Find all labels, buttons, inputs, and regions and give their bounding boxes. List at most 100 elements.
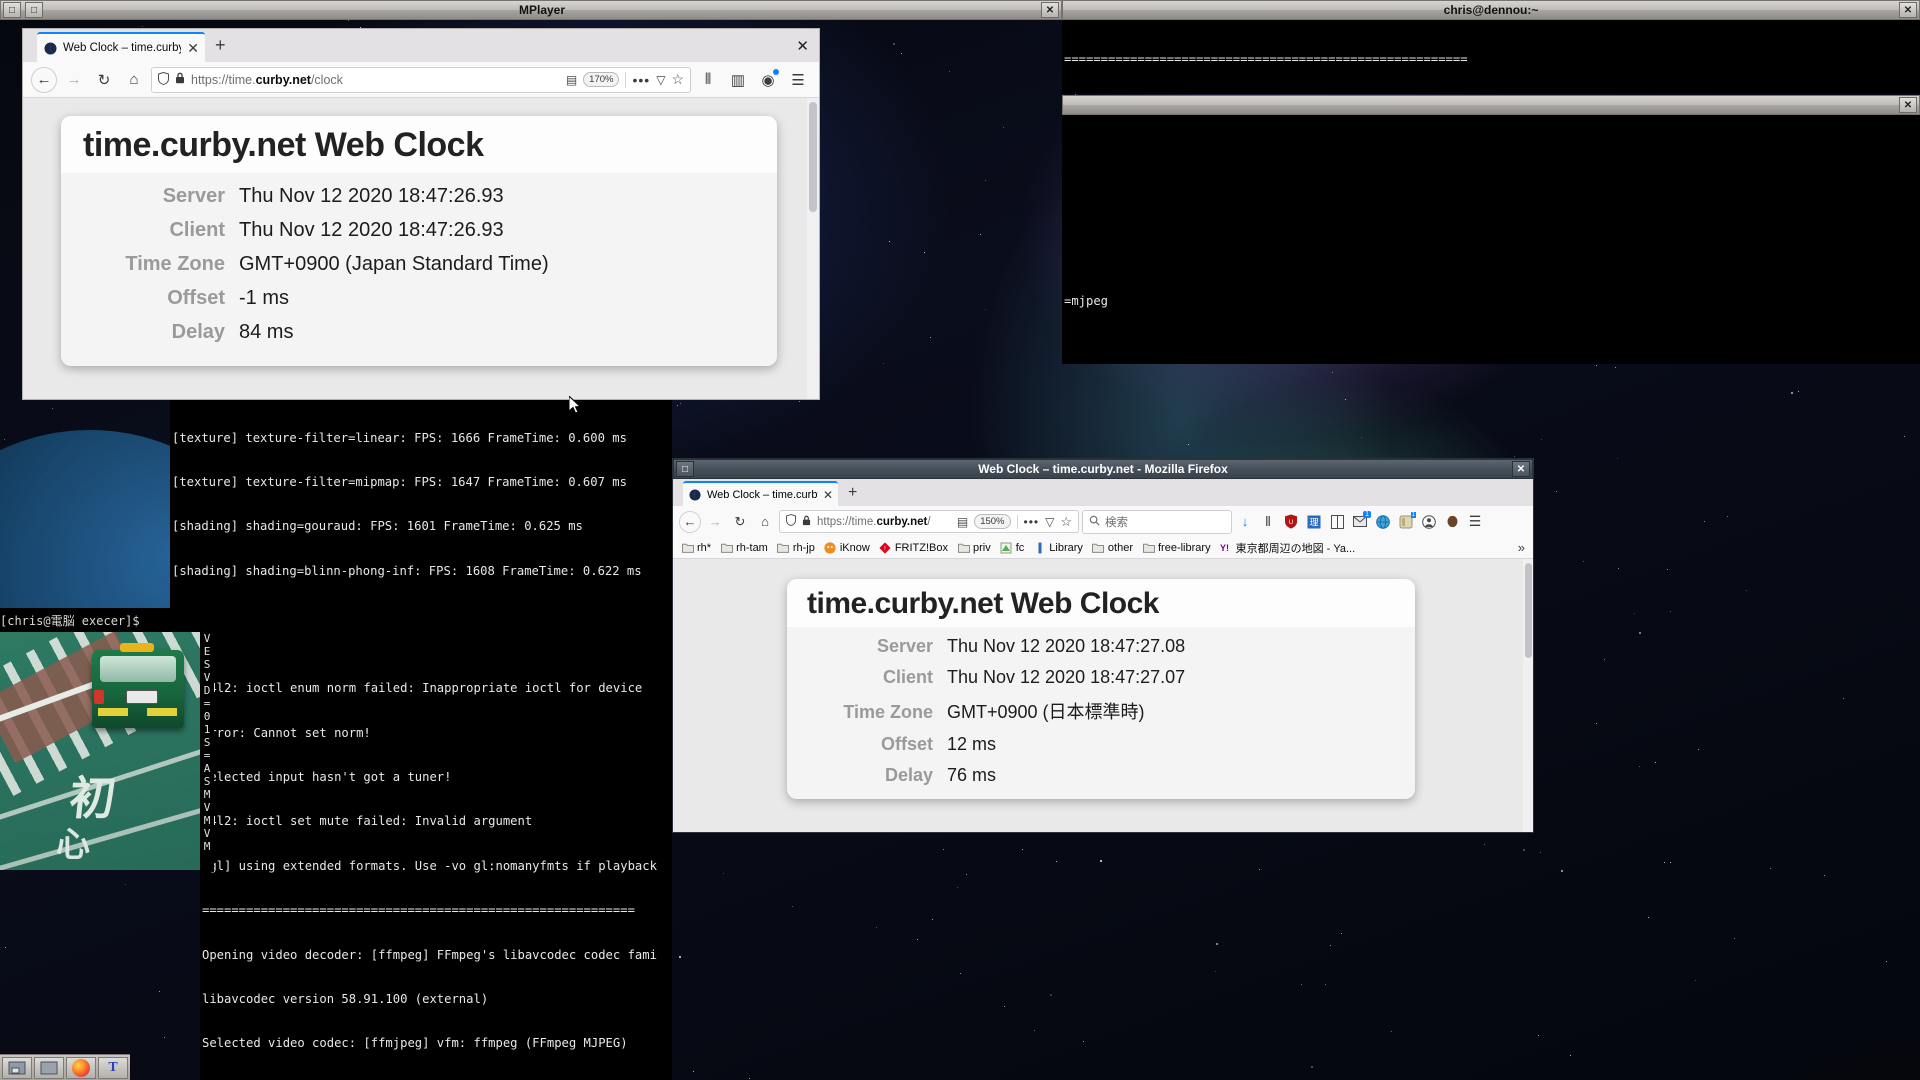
page-actions-icon[interactable]: ••• [1024,515,1040,529]
account-button[interactable]: ◉ [755,67,781,93]
url-suffix: /clock [310,72,343,87]
dennou-close-button[interactable]: ✕ [1899,2,1917,18]
firefox1-navbar[interactable]: ← → ↻ ⌂ https://time.curby.net/clock ▤ 1… [23,62,819,98]
bookmark-item-4[interactable]: ! FRITZ!Box [879,541,948,554]
firefox2-navbar[interactable]: ← → ↻ ⌂ https://time.curby.net/ ▤ 150% •… [673,506,1533,537]
app-menu-button[interactable]: ☰ [1465,512,1485,532]
bookmarks-overflow-icon[interactable]: » [1518,540,1525,555]
bookmark-star-icon[interactable]: ☆ [671,71,684,88]
mplayer-maximize-button[interactable]: □ [25,2,43,18]
firefox1-vertical-scrollbar[interactable] [807,98,819,399]
scrollbar-thumb[interactable] [809,102,817,212]
firefox2-search-bar[interactable]: 検索 [1082,509,1232,534]
firefox1-tab[interactable]: Web Clock – time.curby. ✕ [37,32,205,62]
page-actions-icon[interactable]: ••• [632,72,650,88]
pocket-icon[interactable]: ▽ [1045,515,1054,529]
pocket-icon[interactable]: ▽ [656,73,665,87]
firefox1-tabstrip[interactable]: Web Clock – time.curby. ✕ + ✕ [23,29,819,62]
taskbar-text-tool[interactable]: T [98,1056,128,1079]
dennou-terminal-output[interactable]: ========================================… [1062,20,1920,94]
second-terminal-close-button[interactable]: ✕ [1899,97,1917,113]
second-terminal-window[interactable]: ✕ =mjpeg [1062,95,1920,365]
taskbar-workspace-1[interactable] [2,1056,32,1079]
firefox2-bookmarks-bar[interactable]: rh* rh-tam rh-jp iKnow ! FRITZ!Box priv fc Libra… [673,537,1533,559]
sidebar-button[interactable]: ▥ [725,67,751,93]
mplayer-window[interactable]: □ □ MPlayer ✕ [0,0,1062,21]
close-icon[interactable]: ✕ [187,40,199,57]
taskbar-workspace-2[interactable] [34,1056,64,1079]
library-button[interactable]: ⦀ [1258,512,1278,532]
bookmark-star-icon[interactable]: ☆ [1060,514,1072,530]
lock-icon[interactable] [802,515,811,529]
account-button[interactable] [1419,512,1439,532]
mplayer-close-button[interactable]: ✕ [1041,2,1059,18]
dennou-titlebar[interactable]: chris@dennou:~ ✕ [1062,0,1920,20]
bookmark-item-7[interactable]: Library [1033,541,1083,554]
scrollbar-thumb[interactable] [1525,563,1532,658]
mplayer-terminal-window[interactable]: v4l2: ioctl enum norm failed: Inappropri… [200,610,672,1080]
back-button[interactable]: ← [31,66,57,93]
glmark2-terminal-output[interactable]: [texture] texture-filter=linear: FPS: 16… [170,400,672,610]
second-terminal-output[interactable]: =mjpeg [1062,115,1920,364]
bookmark-item-10[interactable]: Y! 東京都周辺の地図 - Ya... [1220,540,1356,556]
reader-mode-icon[interactable]: ▤ [566,73,577,87]
home-button[interactable]: ⌂ [121,67,147,93]
taskbar-firefox-launcher[interactable] [66,1056,96,1079]
firefox2-titlebar[interactable]: □ Web Clock – time.curby.net - Mozilla F… [673,459,1533,479]
reader-extension-icon[interactable] [1327,512,1347,532]
lock-icon[interactable] [175,72,185,87]
home-button[interactable]: ⌂ [754,511,776,533]
zoom-level-badge[interactable]: 150% [974,514,1011,529]
mplayer-minimize-button[interactable]: □ [3,2,21,18]
bookmark-extension-icon[interactable]: 1 [1396,511,1416,532]
forward-button[interactable]: → [704,511,726,533]
firefox1-url-bar[interactable]: https://time.curby.net/clock ▤ 170% ••• … [151,66,691,93]
firefox-window-1[interactable]: Web Clock – time.curby. ✕ + ✕ ← → ↻ ⌂ ht… [22,28,820,400]
firefox2-vertical-scrollbar[interactable] [1523,559,1533,832]
zoom-level-badge[interactable]: 170% [583,72,620,87]
globe-extension-icon[interactable] [1373,512,1393,532]
bookmark-item-3[interactable]: iKnow [824,541,870,554]
rikaichan-icon[interactable]: 理 [1304,512,1324,532]
app-menu-button[interactable]: ☰ [785,67,811,93]
bookmark-item-6[interactable]: fc [1000,541,1024,554]
desktop-taskbar[interactable]: T [0,1054,130,1080]
firefox1-window-close-button[interactable]: ✕ [796,37,809,55]
mplayer-video-output[interactable]: 初 心 [0,632,200,870]
bookmark-item-5[interactable]: priv [957,541,991,554]
reader-mode-icon[interactable]: ▤ [957,515,968,529]
bookmark-item-0[interactable]: rh* [681,541,711,554]
second-terminal-titlebar[interactable]: ✕ [1062,95,1920,115]
dennou-terminal-window[interactable]: chris@dennou:~ ✕ =======================… [1062,0,1920,95]
new-tab-button[interactable]: + [848,484,857,502]
shield-icon[interactable] [786,514,796,529]
reload-button[interactable]: ↻ [91,67,117,93]
close-icon[interactable]: ✕ [823,488,833,502]
mail-extension-icon[interactable]: 1 [1350,510,1371,532]
ublock-origin-icon[interactable]: U [1281,512,1301,532]
new-tab-button[interactable]: + [215,35,226,56]
shield-icon[interactable] [158,71,169,88]
svg-text:理: 理 [1309,517,1318,527]
library-button[interactable]: ⦀ [695,67,721,93]
search-input-placeholder[interactable]: 検索 [1105,514,1128,530]
coffee-extension-icon[interactable] [1442,512,1462,532]
back-button[interactable]: ← [679,510,701,533]
firefox2-minimize-button[interactable]: □ [676,461,694,477]
mplayer-terminal-output[interactable]: v4l2: ioctl enum norm failed: Inappropri… [200,610,672,1080]
firefox2-tabstrip[interactable]: Web Clock – time.curby.ne ✕ + [673,479,1533,506]
bookmark-item-1[interactable]: rh-tam [720,541,768,554]
mplayer-titlebar[interactable]: □ □ MPlayer ✕ [0,0,1062,20]
firefox2-close-button[interactable]: ✕ [1512,461,1530,477]
firefox2-url-bar[interactable]: https://time.curby.net/ ▤ 150% ••• ▽ ☆ [779,510,1079,533]
reload-button[interactable]: ↻ [729,511,751,533]
downloads-button[interactable]: ↓ [1235,512,1255,532]
firefox2-tab[interactable]: Web Clock – time.curby.ne ✕ [683,481,838,506]
bookmark-item-8[interactable]: other [1092,541,1133,554]
glmark2-terminal-window[interactable]: [texture] texture-filter=linear: FPS: 16… [170,400,672,610]
firefox-window-2[interactable]: □ Web Clock – time.curby.net - Mozilla F… [672,458,1534,833]
bookmark-item-9[interactable]: free-library [1142,541,1211,554]
forward-button[interactable]: → [61,67,87,93]
forward-icon: → [66,71,82,88]
bookmark-item-2[interactable]: rh-jp [777,541,815,554]
